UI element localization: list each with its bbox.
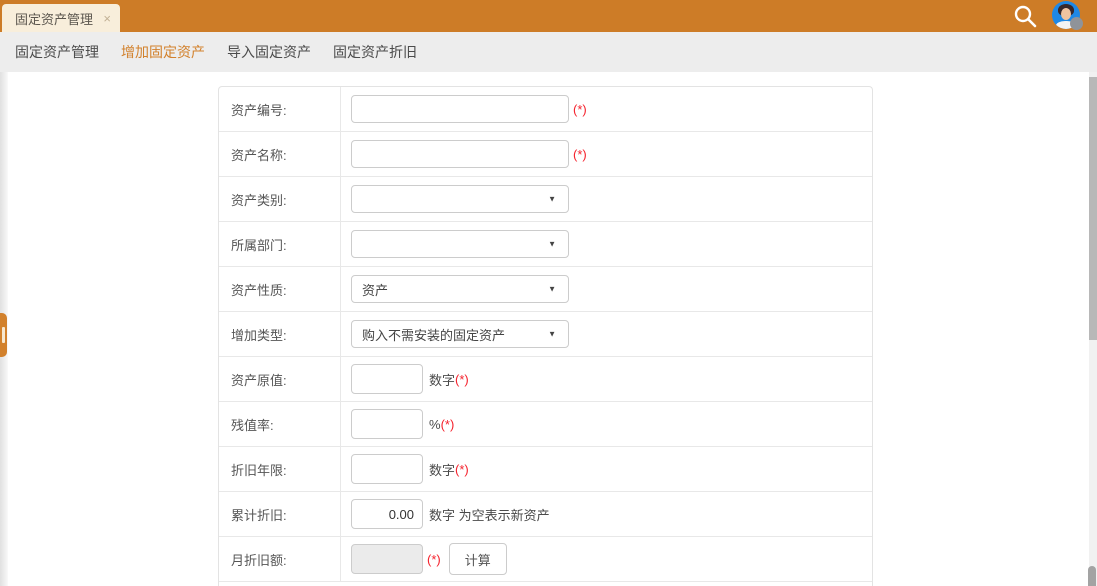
form-row-depreciation-years: 折旧年限: 数字(*)	[219, 447, 872, 492]
form-row-asset-nature: 资产性质: 资产 ▼	[219, 267, 872, 312]
tab-fixed-asset-management[interactable]: 固定资产管理 ×	[2, 4, 120, 32]
add-asset-form: 资产编号: (*) 资产名称: (*) 资产类别: ▼ 所属部门: ▼	[218, 86, 873, 586]
chevron-down-icon: ▼	[548, 240, 556, 249]
monthly-depreciation-input	[351, 544, 423, 574]
asset-code-input[interactable]	[351, 95, 569, 123]
residual-rate-label: 残值率:	[219, 402, 341, 446]
form-row-monthly-depreciation: 月折旧额: (*) 计算	[219, 537, 872, 582]
accumulated-depreciation-input[interactable]	[351, 499, 423, 529]
avatar-status-dot	[1070, 17, 1083, 30]
tab-close-icon[interactable]: ×	[103, 12, 111, 25]
module-nav: 固定资产管理 增加固定资产 导入固定资产 固定资产折旧	[0, 32, 1097, 72]
nav-item-import-fixed-asset[interactable]: 导入固定资产	[216, 42, 322, 62]
required-marker: (*)	[573, 147, 587, 162]
accumulated-depreciation-label: 累计折旧:	[219, 492, 341, 536]
residual-rate-input[interactable]	[351, 409, 423, 439]
nav-item-asset-depreciation[interactable]: 固定资产折旧	[322, 42, 428, 62]
form-row-asset-name: 资产名称: (*)	[219, 132, 872, 177]
required-marker: (*)	[427, 552, 441, 567]
calculate-button[interactable]: 计算	[449, 543, 507, 575]
search-icon[interactable]	[1011, 2, 1039, 30]
form-row-department: 所属部门: ▼	[219, 222, 872, 267]
form-row-asset-code: 资产编号: (*)	[219, 87, 872, 132]
nav-item-add-fixed-asset[interactable]: 增加固定资产	[110, 42, 216, 62]
avatar-face	[1061, 8, 1071, 20]
monthly-depreciation-label: 月折旧额:	[219, 537, 341, 581]
form-row-residual-rate: 残值率: %(*)	[219, 402, 872, 447]
required-marker: (*)	[455, 462, 469, 477]
chevron-down-icon: ▼	[548, 285, 556, 294]
department-label: 所属部门:	[219, 222, 341, 266]
form-row-add-type: 增加类型: 购入不需安装的固定资产 ▼	[219, 312, 872, 357]
original-value-input[interactable]	[351, 364, 423, 394]
sidebar-expand-handle-bar	[2, 327, 5, 343]
required-marker: (*)	[573, 102, 587, 117]
original-value-label: 资产原值:	[219, 357, 341, 401]
asset-nature-label: 资产性质:	[219, 267, 341, 311]
field-hint: 数字 为空表示新资产	[429, 505, 550, 524]
selected-value: 购入不需安装的固定资产	[362, 325, 505, 344]
required-marker: (*)	[441, 417, 455, 432]
asset-category-select[interactable]: ▼	[351, 185, 569, 213]
add-type-select[interactable]: 购入不需安装的固定资产 ▼	[351, 320, 569, 348]
inner-scrollbar-thumb[interactable]	[1088, 566, 1096, 586]
required-marker: (*)	[455, 372, 469, 387]
asset-code-label: 资产编号:	[219, 87, 341, 131]
asset-category-label: 资产类别:	[219, 177, 341, 221]
nav-item-fixed-asset-management[interactable]: 固定资产管理	[4, 42, 110, 62]
add-type-label: 增加类型:	[219, 312, 341, 356]
field-hint: 数字	[429, 370, 455, 389]
form-row-asset-category: 资产类别: ▼	[219, 177, 872, 222]
asset-name-input[interactable]	[351, 140, 569, 168]
sidebar-expand-handle[interactable]	[0, 313, 7, 357]
selected-value: 资产	[362, 280, 388, 299]
asset-name-label: 资产名称:	[219, 132, 341, 176]
chevron-down-icon: ▼	[548, 195, 556, 204]
form-row-partial	[219, 582, 872, 586]
app-header: 固定资产管理 ×	[0, 0, 1097, 32]
chevron-down-icon: ▼	[548, 330, 556, 339]
depreciation-years-input[interactable]	[351, 454, 423, 484]
vertical-scrollbar-thumb[interactable]	[1089, 77, 1097, 340]
depreciation-years-label: 折旧年限:	[219, 447, 341, 491]
tab-title: 固定资产管理	[15, 9, 93, 28]
form-row-original-value: 资产原值: 数字(*)	[219, 357, 872, 402]
form-row-accumulated-depreciation: 累计折旧: 数字 为空表示新资产	[219, 492, 872, 537]
department-select[interactable]: ▼	[351, 230, 569, 258]
asset-nature-select[interactable]: 资产 ▼	[351, 275, 569, 303]
field-hint: 数字	[429, 460, 455, 479]
field-hint: %	[429, 417, 441, 432]
